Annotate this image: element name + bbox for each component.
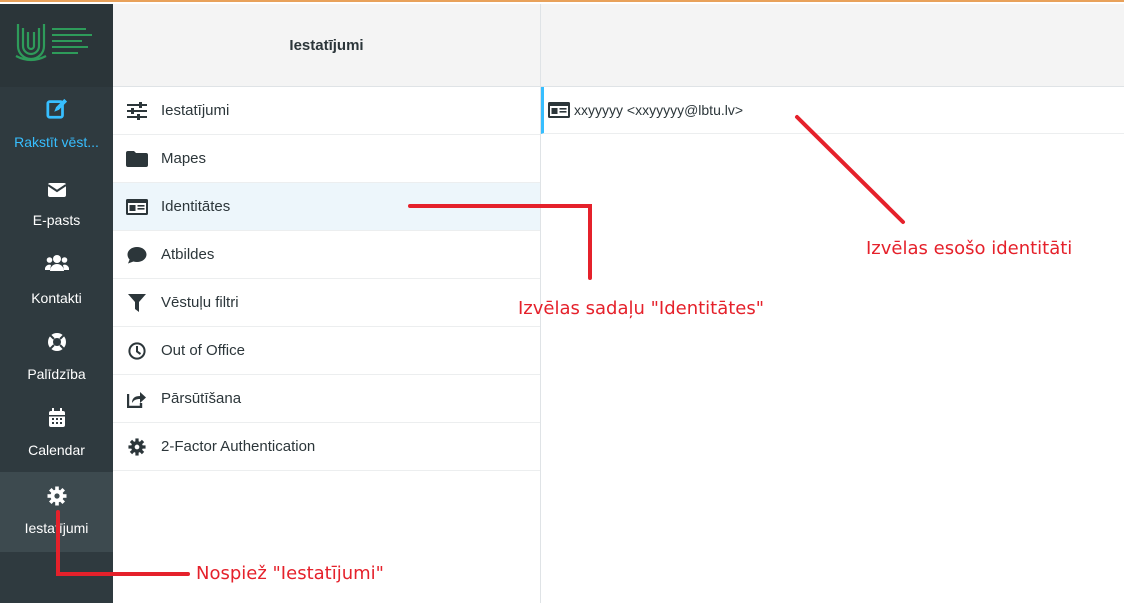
users-icon bbox=[44, 255, 69, 271]
settings-item-label: Mapes bbox=[161, 150, 207, 167]
settings-item-out-of-office[interactable]: Out of Office bbox=[113, 327, 540, 375]
settings-item-preferences[interactable]: Iestatījumi bbox=[113, 87, 540, 135]
app-window: Rakstīt vēst... E-pasts Kontakti Palīdzī… bbox=[0, 0, 1124, 603]
identity-label: xxyyyyy <xxyyyyy@lbtu.lv> bbox=[574, 102, 744, 118]
nav-compose[interactable]: Rakstīt vēst... bbox=[0, 94, 113, 170]
compose-icon bbox=[45, 98, 67, 119]
settings-item-label: Pārsūtīšana bbox=[161, 390, 242, 407]
settings-item-label: Iestatījumi bbox=[161, 102, 230, 119]
settings-list-panel: Iestatījumi Iestatījumi Mapes Identitāte… bbox=[113, 4, 541, 603]
calendar-icon bbox=[48, 408, 65, 427]
nav-mail[interactable]: E-pasts bbox=[0, 170, 113, 246]
nav-calendar-label: Calendar bbox=[28, 442, 85, 458]
settings-item-label: Identitātes bbox=[161, 198, 231, 215]
clock-icon bbox=[126, 340, 148, 362]
settings-item-responses[interactable]: Atbildes bbox=[113, 231, 540, 279]
settings-item-label: Out of Office bbox=[161, 342, 245, 359]
id-card-icon bbox=[548, 102, 570, 118]
sliders-icon bbox=[126, 100, 148, 122]
nav-mail-label: E-pasts bbox=[32, 212, 81, 228]
settings-item-label: 2-Factor Authentication bbox=[161, 438, 316, 455]
settings-item-filters[interactable]: Vēstuļu filtri bbox=[113, 279, 540, 327]
nav-contacts-label: Kontakti bbox=[31, 290, 82, 306]
main-navigation: Rakstīt vēst... E-pasts Kontakti Palīdzī… bbox=[0, 4, 113, 603]
nav-contacts[interactable]: Kontakti bbox=[0, 246, 113, 322]
settings-item-2fa[interactable]: 2-Factor Authentication bbox=[113, 423, 540, 471]
settings-item-label: Atbildes bbox=[161, 246, 215, 263]
settings-list-title: Iestatījumi bbox=[113, 4, 540, 87]
envelope-icon bbox=[46, 183, 67, 197]
gear-icon bbox=[126, 436, 148, 458]
nav-settings-label: Iestatījumi bbox=[24, 520, 89, 536]
identity-item[interactable]: xxyyyyy <xxyyyyy@lbtu.lv> bbox=[541, 87, 1124, 134]
nav-settings[interactable]: Iestatījumi bbox=[0, 472, 113, 552]
id-card-icon bbox=[126, 196, 148, 218]
nav-calendar[interactable]: Calendar bbox=[0, 398, 113, 474]
comment-icon bbox=[126, 244, 148, 266]
identities-header bbox=[541, 4, 1124, 87]
nav-compose-label: Rakstīt vēst... bbox=[14, 134, 99, 150]
filter-icon bbox=[126, 292, 148, 314]
settings-item-identities[interactable]: Identitātes bbox=[113, 183, 540, 231]
annotation-choose-identity: Izvēlas esošo identitāti bbox=[866, 238, 1073, 259]
university-logo[interactable] bbox=[0, 4, 113, 87]
settings-item-folders[interactable]: Mapes bbox=[113, 135, 540, 183]
settings-item-label: Vēstuļu filtri bbox=[161, 294, 239, 311]
annotation-choose-section: Izvēlas sadaļu "Identitātes" bbox=[518, 298, 765, 319]
folder-icon bbox=[126, 148, 148, 170]
annotation-press-settings: Nospiež "Iestatījumi" bbox=[196, 563, 384, 584]
gear-icon bbox=[47, 486, 66, 506]
settings-item-forwarding[interactable]: Pārsūtīšana bbox=[113, 375, 540, 423]
lifebuoy-icon bbox=[47, 333, 66, 351]
forward-icon bbox=[126, 388, 148, 410]
nav-help[interactable]: Palīdzība bbox=[0, 322, 113, 398]
nav-help-label: Palīdzība bbox=[27, 366, 86, 382]
